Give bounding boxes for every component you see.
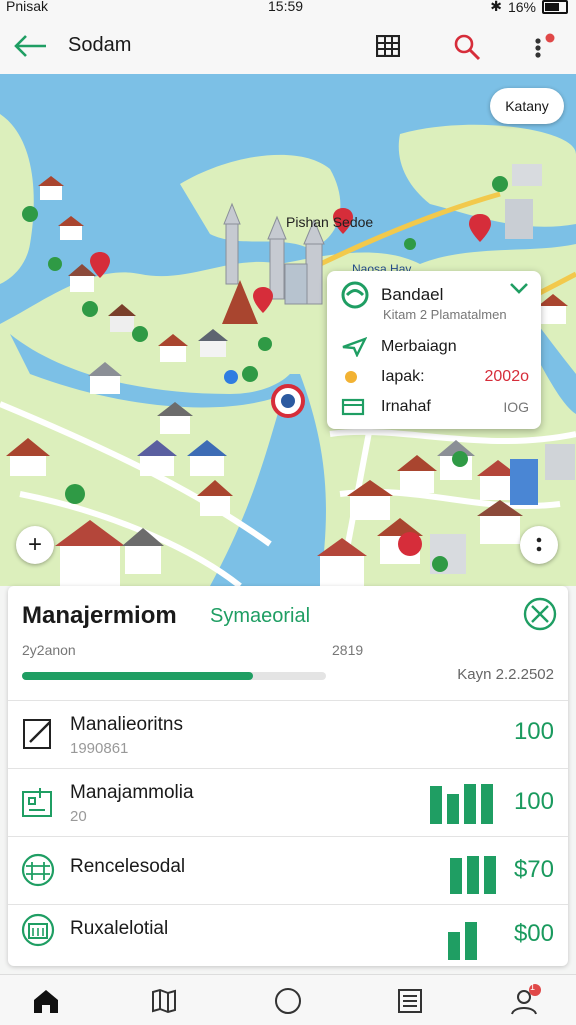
place-label: Pishan Sedoe <box>286 214 374 230</box>
map-layer-chip[interactable]: Katany <box>490 88 564 124</box>
mini-bar <box>464 784 476 824</box>
map-view[interactable]: Pishan Sedoe Naosa Hav Katany + Bandael … <box>0 74 576 586</box>
bluetooth-icon: ✱ <box>490 0 502 14</box>
list-item[interactable]: Ruxalelotial $00 <box>8 898 568 966</box>
divider <box>8 836 568 837</box>
home-icon[interactable] <box>28 983 64 1019</box>
map-icon[interactable] <box>146 983 182 1019</box>
page-title: Sodam <box>68 34 132 56</box>
popup-row-label: Irnahaf <box>381 398 431 415</box>
mini-bar <box>450 858 462 894</box>
location-popup[interactable]: Bandael Kitam 2 Plamatalmen Merbaiagn Ia… <box>327 271 541 429</box>
popup-row-value: IOG <box>503 399 529 415</box>
profile-icon[interactable]: 1 <box>508 982 544 1019</box>
dashboard-icon <box>22 788 52 817</box>
list-item-value: $70 <box>513 856 554 883</box>
building-icon <box>21 913 55 947</box>
panel-subtitle: Symaeorial <box>210 605 311 627</box>
card-icon <box>341 398 365 416</box>
list-item[interactable]: Manalieoritns 1990861 100 <box>8 702 568 770</box>
list-item-title: Manajammolia <box>70 782 194 803</box>
progress-label: 2y2anon <box>22 642 76 658</box>
list-item-title: Ruxalelotial <box>70 918 169 939</box>
mini-bar <box>484 856 496 894</box>
progress-fill <box>22 672 254 680</box>
map-more-button[interactable] <box>520 526 558 564</box>
popup-subtitle: Kitam 2 Plamatalmen <box>383 307 507 322</box>
panel-title: Manajermiom <box>22 602 177 629</box>
search-icon[interactable] <box>450 30 484 64</box>
status-icons: ✱ 16% <box>490 0 568 15</box>
list-item-subtitle: 1990861 <box>70 740 129 757</box>
notification-badge: 1 <box>530 982 536 992</box>
list-item-value: $00 <box>513 920 554 947</box>
progress-bar <box>22 672 326 680</box>
mini-bar <box>467 856 479 894</box>
list-item-value: 100 <box>513 788 554 815</box>
summary-panel: Manajermiom Symaeorial 2y2anon 2819 Kayn… <box>8 586 568 966</box>
back-arrow-icon[interactable] <box>10 30 50 62</box>
circle-icon[interactable] <box>270 983 306 1019</box>
edit-document-icon <box>23 719 51 749</box>
bus-icon <box>21 853 55 887</box>
app-bar: Sodam <box>0 18 576 75</box>
battery-icon <box>542 0 568 14</box>
more-vert-icon[interactable] <box>528 30 558 64</box>
navigation-icon <box>342 337 367 357</box>
progress-total: 2819 <box>332 642 364 658</box>
clock: 15:59 <box>268 0 304 14</box>
mini-bar <box>430 786 442 824</box>
divider <box>8 700 568 701</box>
date-label: Kayn 2.2.2502 <box>457 666 554 683</box>
map-layer-chip-label: Katany <box>505 98 549 114</box>
add-icon: + <box>27 531 42 558</box>
list-item[interactable]: Rencelesodal $70 <box>8 838 568 906</box>
zoom-in-button[interactable]: + <box>16 526 54 564</box>
carrier-label: Pnisak <box>6 0 49 14</box>
list-item-subtitle: 20 <box>70 808 87 825</box>
popup-row-value: 2002o <box>484 368 530 385</box>
popup-row-label: Iapak: <box>381 368 425 385</box>
divider <box>8 768 568 769</box>
list-item-title: Manalieoritns <box>70 714 183 735</box>
popup-title: Bandael <box>381 285 444 304</box>
list-item-title: Rencelesodal <box>70 856 186 877</box>
chevron-down-icon[interactable] <box>509 281 529 300</box>
mini-bar <box>465 922 477 960</box>
place-category-icon <box>341 281 369 309</box>
status-bar: Pnisak 15:59 ✱ 16% <box>0 0 576 18</box>
popup-row-label: Merbaiagn <box>381 338 457 355</box>
grid-icon[interactable] <box>372 30 404 62</box>
list-item-value: 100 <box>513 718 554 745</box>
list-item[interactable]: Manajammolia 20 100 <box>8 770 568 838</box>
mini-bar-chart <box>450 850 496 894</box>
list-icon[interactable] <box>392 983 428 1019</box>
more-icon <box>536 537 542 552</box>
mini-bar <box>447 794 459 824</box>
close-icon[interactable] <box>522 596 558 637</box>
mini-bar-chart <box>448 916 477 960</box>
mini-bar-chart <box>430 780 493 824</box>
bottom-navigation: 1 <box>0 974 576 1025</box>
pin-icon <box>345 371 357 383</box>
mini-bar <box>448 932 460 960</box>
battery-level: 16% <box>507 0 536 15</box>
mini-bar <box>481 784 493 824</box>
